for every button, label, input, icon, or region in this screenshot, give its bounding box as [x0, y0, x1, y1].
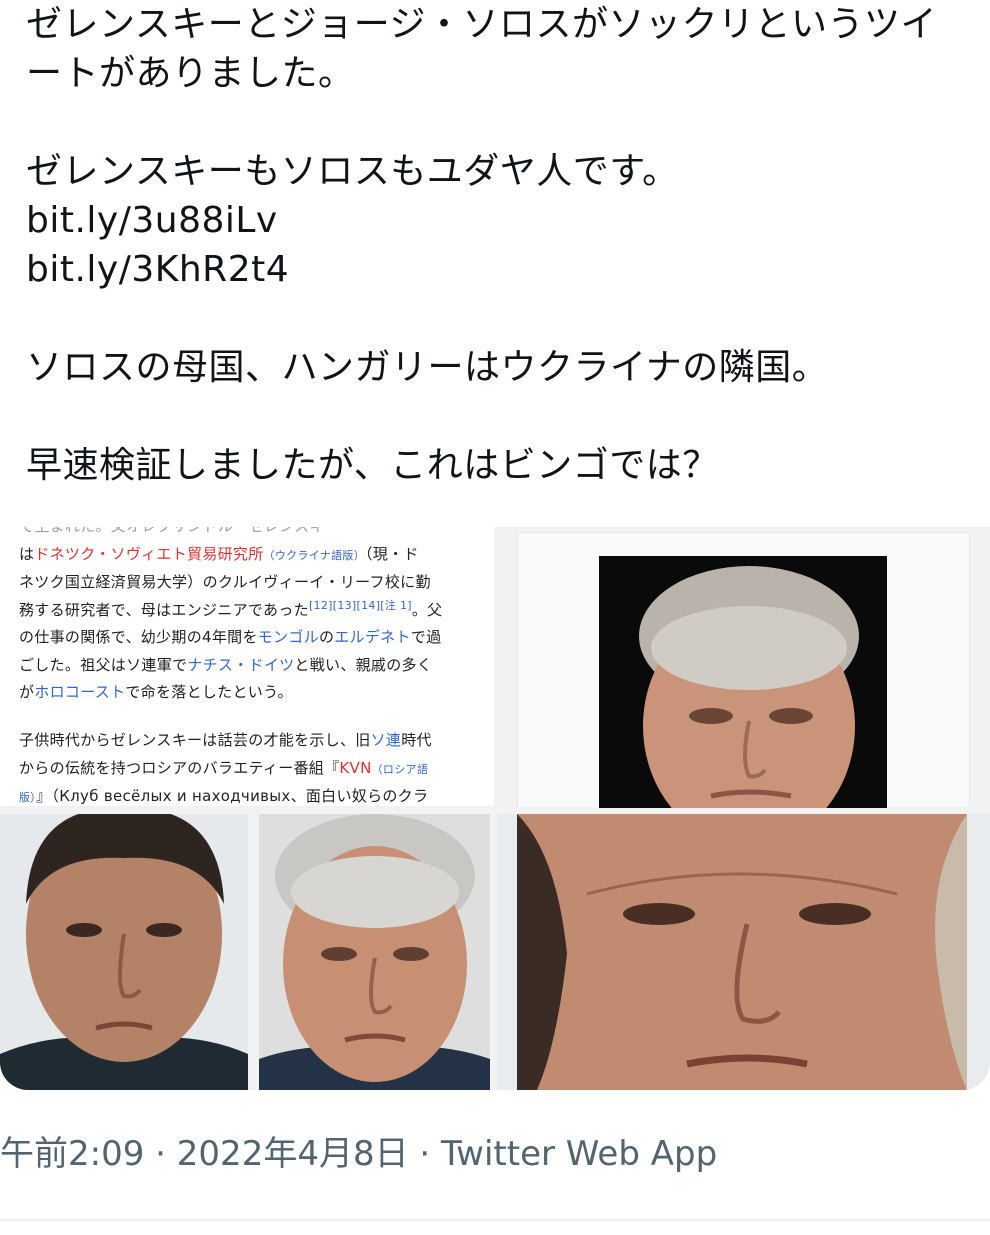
tweet-date[interactable]: 2022年4月8日	[177, 1134, 409, 1174]
media-wiki-screenshot[interactable]: で生まれた。父オレクサンドル・ゼレンスキ はドネツク・ソヴィエト貿易研究所（ウク…	[0, 527, 494, 806]
tweet-link[interactable]: bit.ly/3KhR2t4	[26, 245, 966, 294]
wiki-text: が	[19, 683, 35, 701]
wiki-paragraph: で生まれた。父オレクサンドル・ゼレンスキ はドネツク・ソヴィエト貿易研究所（ウク…	[19, 527, 479, 707]
wiki-line: ネツク国立経済貿易大学）のクルイヴィーイ・リーフ校に勤	[19, 569, 479, 597]
wiki-line: で生まれた。父オレクサンドル・ゼレンスキ	[19, 527, 479, 541]
wiki-link: ソ連	[370, 731, 402, 749]
media-photo-soros[interactable]	[259, 814, 490, 1090]
wiki-link: ドネツク・ソヴィエト貿易研究所	[34, 544, 264, 563]
wiki-link: ホロコースト	[34, 683, 126, 701]
tweet-link[interactable]: bit.ly/3u88iLv	[26, 196, 966, 245]
tweet-metadata: 午前2:09 · 2022年4月8日 · Twitter Web App	[0, 1131, 990, 1177]
wiki-line: がホロコーストで命を落としたという。	[19, 679, 479, 707]
media-photo-face-morph[interactable]	[497, 814, 990, 1090]
wiki-text: 務する研究者で、母はエンジニアであった	[19, 600, 309, 619]
wiki-link: 版）	[19, 791, 37, 804]
media-wiki-photo-panel[interactable]	[517, 532, 970, 808]
separator-dot: ·	[408, 1134, 442, 1174]
wiki-line: からの伝統を持つロシアのバラエティー番組『KVN（ロシア語	[19, 755, 479, 784]
wiki-text: 子供時代からゼレンスキーは話芸の才能を示し、旧	[19, 731, 371, 749]
wiki-text: （現・ド	[365, 544, 419, 563]
wiki-line: ごした。祖父はソ連軍でナチス・ドイツと戦い、親戚の多く	[19, 652, 479, 680]
tweet-line: ートがありました。	[26, 53, 355, 94]
wiki-link: モンゴル	[257, 628, 319, 646]
wiki-text: は	[19, 544, 35, 563]
tweet-text: ゼレンスキーとジョージ・ソロスがソックリというツイ ートがありました。 ゼレンス…	[26, 0, 966, 490]
wiki-citation: [12][13][14][注 1]	[308, 598, 412, 612]
elderly-man-portrait-image	[259, 814, 490, 1090]
wiki-link: ナチス・ドイツ	[187, 655, 295, 674]
wiki-text: 。父	[411, 600, 443, 619]
wiki-link: エルデネト	[334, 628, 411, 646]
wiki-text: と戦い、親戚の多く	[294, 655, 433, 674]
tweet-line: 早速検証しましたが、これはビンゴでは？	[26, 445, 719, 486]
separator-dot: ·	[144, 1134, 177, 1174]
wiki-text: ネツク国立経済貿易大学）のクルイヴィーイ・リーフ校に勤	[19, 573, 431, 591]
tweet-time[interactable]: 午前2:09	[0, 1134, 144, 1174]
wiki-text: 』（Клуб весёлых и находчивых、面白い奴らのクラ	[36, 787, 429, 805]
wiki-text: で生まれた。父オレクサンドル・ゼレンスキ	[19, 527, 325, 535]
morphed-face-closeup-image	[497, 814, 990, 1090]
wiki-text: で過	[410, 628, 442, 646]
man-portrait-image	[0, 814, 248, 1090]
wiki-text: の	[318, 628, 335, 646]
wiki-text: の仕事の関係で、幼少期の4年間を	[19, 628, 258, 646]
wiki-line: 子供時代からゼレンスキーは話芸の才能を示し、旧ソ連時代	[19, 727, 479, 755]
wiki-line: 版）』（Клуб весёлых и находчивых、面白い奴らのクラ	[19, 783, 479, 806]
wiki-link: （ウクライナ語版）	[263, 548, 365, 562]
divider	[0, 1219, 990, 1221]
tweet-line: ゼレンスキーもソロスもユダヤ人です。	[26, 151, 679, 192]
wiki-line: の仕事の関係で、幼少期の4年間をモンゴルのエルデネトで過	[19, 624, 479, 652]
elderly-man-portrait-image	[599, 556, 887, 808]
wiki-link: KVN	[339, 758, 372, 777]
tweet-media-grid[interactable]: で生まれた。父オレクサンドル・ゼレンスキ はドネツク・ソヴィエト貿易研究所（ウク…	[0, 527, 990, 1090]
portrait-photo	[599, 556, 887, 808]
tweet-source[interactable]: Twitter Web App	[441, 1134, 717, 1174]
media-photo-zelensky[interactable]	[0, 814, 248, 1090]
wiki-text: 時代	[401, 731, 432, 749]
wiki-text: ごした。祖父はソ連軍で	[19, 655, 188, 674]
tweet-line: ソロスの母国、ハンガリーはウクライナの隣国。	[26, 347, 829, 388]
wiki-paragraph: 子供時代からゼレンスキーは話芸の才能を示し、旧ソ連時代 からの伝統を持つロシアの…	[19, 727, 479, 806]
wiki-text: からの伝統を持つロシアのバラエティー番組『	[19, 758, 340, 777]
wiki-line: はドネツク・ソヴィエト貿易研究所（ウクライナ語版）（現・ド	[19, 541, 479, 570]
tweet-line: ゼレンスキーとジョージ・ソロスがソックリというツイ	[26, 4, 938, 45]
wiki-text: で命を落としたという。	[125, 683, 293, 701]
wiki-line: 務する研究者で、母はエンジニアであった[12][13][14][注 1]。父	[19, 597, 479, 625]
wiki-link: （ロシア語	[371, 762, 429, 776]
